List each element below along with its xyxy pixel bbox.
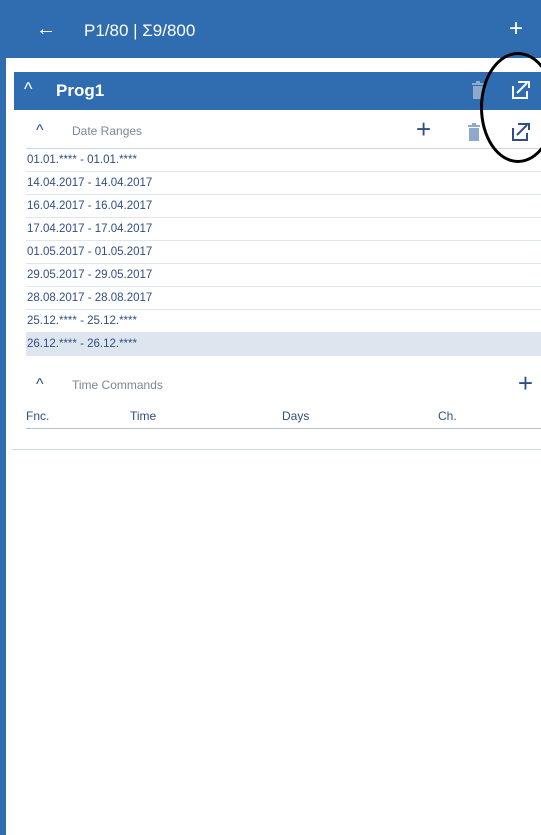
main-content: ^ Prog1 ^ Date Ranges + 01.01.**** - 01.… — [6, 58, 541, 835]
add-program-button[interactable]: + — [509, 15, 523, 43]
time-commands-columns: Fnc. Time Days Ch. — [26, 406, 541, 429]
date-range-row[interactable]: 01.01.**** - 01.01.**** — [26, 149, 541, 172]
time-commands-label: Time Commands — [72, 378, 163, 392]
date-range-row[interactable]: 16.04.2017 - 16.04.2017 — [26, 195, 541, 218]
time-commands-header[interactable]: ^ Time Commands + — [26, 368, 541, 402]
date-range-row[interactable]: 01.05.2017 - 01.05.2017 — [26, 241, 541, 264]
page-title: P1/80 | Σ9/800 — [84, 21, 196, 40]
date-range-row[interactable]: 25.12.**** - 25.12.**** — [26, 310, 541, 333]
column-header-days: Days — [282, 409, 310, 423]
collapse-program-icon[interactable]: ^ — [24, 79, 32, 100]
divider — [12, 449, 541, 450]
date-range-row-selected[interactable]: 26.12.**** - 26.12.**** — [26, 333, 541, 356]
delete-date-range-icon[interactable] — [467, 123, 481, 141]
date-ranges-label: Date Ranges — [72, 124, 143, 138]
column-header-ch: Ch. — [438, 409, 457, 423]
add-time-command-button[interactable]: + — [518, 368, 533, 399]
date-range-row[interactable]: 29.05.2017 - 29.05.2017 — [26, 264, 541, 287]
app-frame: ← P1/80 | Σ9/800 + ^ Prog1 ^ Date Ranges… — [0, 0, 541, 835]
date-ranges-header[interactable]: ^ Date Ranges + — [26, 114, 541, 149]
date-range-row[interactable]: 28.08.2017 - 28.08.2017 — [26, 287, 541, 310]
column-header-time: Time — [130, 409, 157, 423]
add-date-range-button[interactable]: + — [416, 114, 431, 145]
collapse-time-commands-icon[interactable]: ^ — [36, 376, 44, 394]
date-range-row[interactable]: 14.04.2017 - 14.04.2017 — [26, 172, 541, 195]
back-arrow-icon[interactable]: ← — [36, 18, 56, 41]
collapse-date-ranges-icon[interactable]: ^ — [36, 122, 44, 140]
date-range-row[interactable]: 17.04.2017 - 17.04.2017 — [26, 218, 541, 241]
column-header-fnc: Fnc. — [26, 409, 50, 423]
program-name: Prog1 — [56, 81, 105, 100]
app-bar: ← P1/80 | Σ9/800 + — [6, 6, 541, 58]
program-header[interactable]: ^ Prog1 — [14, 72, 541, 110]
